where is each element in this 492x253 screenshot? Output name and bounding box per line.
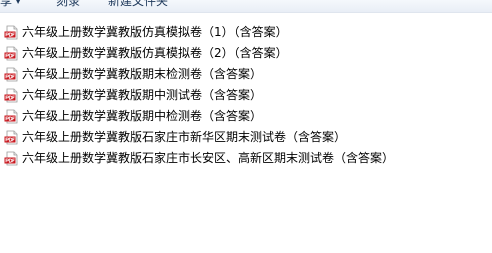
pdf-file-icon bbox=[4, 88, 19, 103]
file-name: 六年级上册数学冀教版期中检测卷（含答案） bbox=[22, 109, 263, 123]
pdf-file-icon bbox=[4, 130, 19, 145]
pdf-file-icon bbox=[4, 109, 19, 124]
pdf-file-icon bbox=[4, 25, 19, 40]
share-dropdown-icon[interactable]: ▼ bbox=[15, 0, 21, 5]
share-button[interactable]: 享 bbox=[0, 0, 12, 8]
pdf-file-icon bbox=[4, 67, 19, 82]
pdf-file-icon bbox=[4, 151, 19, 166]
file-row[interactable]: 六年级上册数学冀教版仿真模拟卷（1）（含答案） bbox=[0, 22, 492, 43]
explorer-toolbar: 享 ▼ 刻录 新建文件夹 bbox=[0, 0, 492, 13]
new-folder-button[interactable]: 新建文件夹 bbox=[108, 0, 168, 8]
file-name: 六年级上册数学冀教版期末检测卷（含答案） bbox=[22, 67, 263, 81]
file-row[interactable]: 六年级上册数学冀教版期中测试卷（含答案） bbox=[0, 85, 492, 106]
file-name: 六年级上册数学冀教版石家庄市新华区期末测试卷（含答案） bbox=[22, 130, 347, 144]
burn-button[interactable]: 刻录 bbox=[56, 0, 80, 8]
file-row[interactable]: 六年级上册数学冀教版石家庄市新华区期末测试卷（含答案） bbox=[0, 127, 492, 148]
file-name: 六年级上册数学冀教版期中测试卷（含答案） bbox=[22, 88, 263, 102]
pdf-file-icon bbox=[4, 46, 19, 61]
file-row[interactable]: 六年级上册数学冀教版石家庄市长安区、高新区期末测试卷（含答案） bbox=[0, 148, 492, 169]
file-row[interactable]: 六年级上册数学冀教版期末检测卷（含答案） bbox=[0, 64, 492, 85]
file-name: 六年级上册数学冀教版石家庄市长安区、高新区期末测试卷（含答案） bbox=[22, 151, 395, 165]
file-name: 六年级上册数学冀教版仿真模拟卷（2）（含答案） bbox=[22, 46, 288, 60]
file-list: 六年级上册数学冀教版仿真模拟卷（1）（含答案） 六年级上册数学冀教版仿真模拟卷（2… bbox=[0, 22, 492, 169]
file-name: 六年级上册数学冀教版仿真模拟卷（1）（含答案） bbox=[22, 25, 288, 39]
file-row[interactable]: 六年级上册数学冀教版期中检测卷（含答案） bbox=[0, 106, 492, 127]
file-row[interactable]: 六年级上册数学冀教版仿真模拟卷（2）（含答案） bbox=[0, 43, 492, 64]
